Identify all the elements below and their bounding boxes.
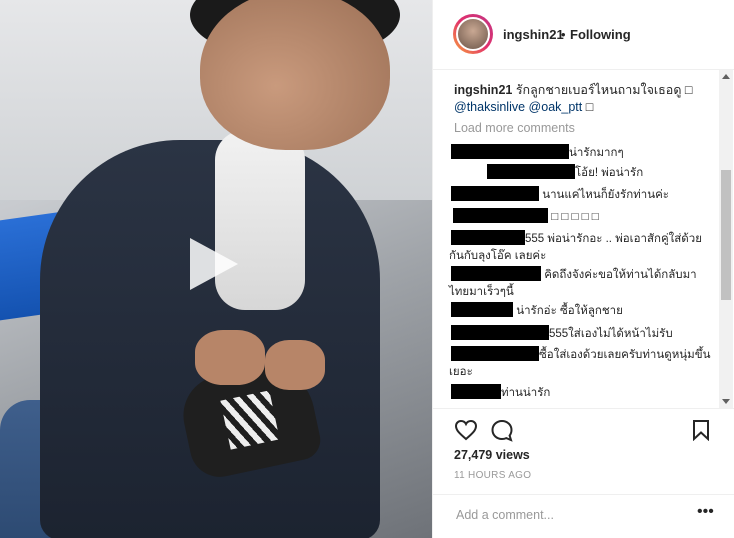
play-icon[interactable] bbox=[190, 238, 250, 294]
scrollbar-thumb[interactable] bbox=[721, 170, 731, 300]
comment: โอ้ย! พ่อน่ารัก bbox=[449, 164, 711, 182]
comment: คิดถึงจังค่ะขอให้ท่านได้กลับมาไทยมาเร็วๆ… bbox=[449, 266, 711, 301]
post-panel: ingshin21 • Following ingshin21 รักลูกชา… bbox=[432, 0, 734, 538]
head bbox=[200, 0, 390, 150]
header-separator: • bbox=[561, 27, 566, 42]
redacted-username bbox=[453, 208, 548, 223]
comment-icon[interactable] bbox=[490, 419, 514, 442]
post-header: ingshin21 • Following bbox=[433, 0, 734, 70]
comments-scrollbar[interactable] bbox=[719, 70, 733, 408]
comment-text: □ □ □ □ □ bbox=[551, 211, 599, 223]
mention-thaksinlive[interactable]: @thaksinlive bbox=[454, 100, 525, 114]
comment: น่ารักอ่ะ ซื้อให้ลูกชาย bbox=[449, 302, 711, 320]
load-more-comments[interactable]: Load more comments bbox=[454, 121, 575, 135]
redacted-username bbox=[451, 230, 525, 245]
mention-oak-ptt[interactable]: @oak_ptt bbox=[529, 100, 583, 114]
redacted-username bbox=[451, 325, 549, 340]
comment-text: น่ารักอ่ะ ซื้อให้ลูกชาย bbox=[516, 305, 623, 317]
redacted-username bbox=[451, 144, 569, 159]
bookmark-icon[interactable] bbox=[692, 419, 710, 441]
header-username[interactable]: ingshin21 bbox=[503, 27, 564, 42]
sneaker-stripes bbox=[220, 390, 280, 450]
comment: 555ใส่เองไม่ได้หน้าไม่รับ bbox=[449, 325, 711, 343]
scroll-up-arrow-icon[interactable] bbox=[722, 74, 730, 79]
redacted-username bbox=[451, 266, 541, 281]
redacted-username bbox=[451, 384, 501, 399]
caption-tail: □ bbox=[582, 100, 594, 114]
comments-list[interactable]: ingshin21 รักลูกชายเบอร์ไหนถามใจเธอดู □ … bbox=[433, 70, 734, 408]
comment: ซื้อใส่เองด้วยเลยครับท่านดูหนุ่มขึ้นเยอะ bbox=[449, 346, 711, 381]
comment: □ □ □ □ □ bbox=[449, 208, 711, 226]
comment: ท่านน่ารัก bbox=[449, 384, 711, 402]
comment-text: ท่านน่ารัก bbox=[501, 387, 551, 399]
view-count[interactable]: 27,479 views bbox=[454, 448, 530, 462]
heart-icon[interactable] bbox=[454, 419, 478, 441]
more-options-icon[interactable]: ••• bbox=[697, 503, 714, 521]
redacted-username bbox=[451, 302, 513, 317]
hand-right bbox=[265, 340, 325, 390]
caption-emoji: □ bbox=[684, 83, 693, 97]
avatar[interactable] bbox=[456, 17, 490, 51]
comment: นานแค่ไหนก็ยังรักท่านค่ะ bbox=[449, 186, 711, 204]
add-comment-input[interactable] bbox=[454, 507, 688, 523]
redacted-username bbox=[451, 186, 539, 201]
caption: ingshin21 รักลูกชายเบอร์ไหนถามใจเธอดู □ … bbox=[454, 82, 716, 116]
comment: น่ารักมากๆ bbox=[449, 144, 711, 162]
post-video[interactable] bbox=[0, 0, 432, 538]
comment: 555 พ่อน่ารักอะ .. พ่อเอาสักคู่ใส่ด้วยกั… bbox=[449, 230, 711, 265]
comment-text: น่ารักมากๆ bbox=[569, 147, 624, 159]
hand-left bbox=[195, 330, 265, 385]
comment-text: นานแค่ไหนก็ยังรักท่านค่ะ bbox=[542, 189, 669, 201]
following-button[interactable]: Following bbox=[570, 27, 631, 42]
comment-text: 555ใส่เองไม่ได้หน้าไม่รับ bbox=[549, 328, 673, 340]
add-comment-bar: ••• bbox=[433, 494, 734, 538]
comment-text: โอ้ย! พ่อน่ารัก bbox=[575, 167, 644, 179]
redacted-username bbox=[487, 164, 575, 179]
scroll-down-arrow-icon[interactable] bbox=[722, 399, 730, 404]
caption-text: รักลูกชายเบอร์ไหนถามใจเธอดู bbox=[512, 83, 685, 97]
post-timestamp[interactable]: 11 HOURS AGO bbox=[454, 470, 531, 481]
redacted-username bbox=[451, 346, 539, 361]
caption-username[interactable]: ingshin21 bbox=[454, 83, 512, 97]
